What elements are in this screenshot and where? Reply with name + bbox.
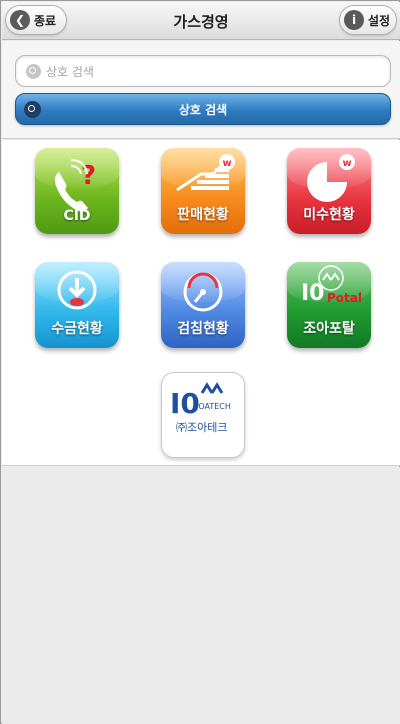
info-icon: i xyxy=(344,10,364,30)
tile-cid-label: CID xyxy=(63,208,91,224)
tile-joatech[interactable]: I0 JOATECH ㈜조아테크 xyxy=(161,372,245,458)
app-frame: ❮ 종료 가스경영 i 설정 상호 검색 ? CID xyxy=(0,0,400,724)
search-area: 상호 검색 xyxy=(2,41,400,139)
search-field[interactable] xyxy=(15,55,391,87)
tile-receivable-status[interactable]: w 미수현황 xyxy=(287,148,371,234)
empty-content-area xyxy=(2,467,400,724)
menu-grid: ? CID w 판매현황 w 미수현황 수금현황 검침현황 I0 Potal 조… xyxy=(2,140,400,466)
tile-meter-reading-status-label: 검침현황 xyxy=(177,321,229,337)
svg-text:w: w xyxy=(223,158,232,169)
search-icon xyxy=(26,64,41,79)
header-bar: ❮ 종료 가스경영 i 설정 xyxy=(2,2,400,40)
joatech-logo-icon: I0 JOATECH ㈜조아테크 xyxy=(170,382,231,434)
tile-receivable-status-label: 미수현황 xyxy=(303,207,355,223)
tile-joa-portal-label: 조아포탈 xyxy=(303,321,355,337)
search-input[interactable] xyxy=(46,61,376,83)
svg-text:JOATECH: JOATECH xyxy=(195,402,231,411)
svg-text:w: w xyxy=(343,158,352,169)
search-button[interactable]: 상호 검색 xyxy=(15,93,391,125)
tile-sales-status[interactable]: w 판매현황 xyxy=(161,148,245,234)
tile-collection-status[interactable]: 수금현황 xyxy=(35,262,119,348)
search-icon xyxy=(24,101,41,118)
svg-text:Potal: Potal xyxy=(327,291,362,305)
settings-button-label: 설정 xyxy=(368,13,391,28)
search-button-label: 상호 검색 xyxy=(178,102,228,117)
tile-meter-reading-status[interactable]: 검침현황 xyxy=(161,262,245,348)
tile-joa-portal[interactable]: I0 Potal 조아포탈 xyxy=(287,262,371,348)
tile-cid[interactable]: ? CID xyxy=(35,148,119,234)
tile-sales-status-label: 판매현황 xyxy=(177,207,229,223)
svg-text:㈜조아테크: ㈜조아테크 xyxy=(176,421,227,434)
tile-collection-status-label: 수금현황 xyxy=(51,321,103,337)
settings-button[interactable]: i 설정 xyxy=(339,5,397,35)
